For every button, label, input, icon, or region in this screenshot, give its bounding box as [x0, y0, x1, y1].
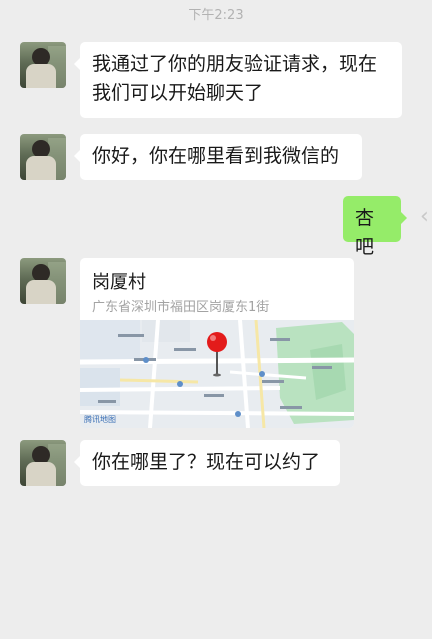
message-bubble[interactable]: 你在哪里了？现在可以约了	[74, 440, 340, 486]
contact-avatar[interactable]	[20, 134, 66, 180]
message-text: 你在哪里了？现在可以约了	[92, 451, 321, 473]
message-timestamp: 下午2:23	[188, 8, 244, 23]
outgoing-message-bubble[interactable]: 杏吧	[343, 196, 407, 258]
map-provider-logo: 腾讯地图	[84, 415, 116, 424]
message-bubble[interactable]: 你好，你在哪里看到我微信的	[74, 134, 362, 180]
contact-avatar[interactable]	[20, 440, 66, 486]
self-avatar-edge: ‹	[420, 204, 429, 229]
contact-avatar[interactable]	[20, 42, 66, 88]
location-title: 岗厦村	[92, 272, 146, 293]
location-address: 广东省深圳市福田区岗厦东1街	[92, 300, 270, 315]
location-message-card[interactable]: 岗厦村 广东省深圳市福田区岗厦东1街 腾讯地图	[80, 258, 354, 428]
message-text: 你好，你在哪里看到我微信的	[92, 145, 340, 167]
message-text-line: 我们可以开始聊天了	[92, 82, 264, 104]
map-thumbnail[interactable]: 腾讯地图	[80, 320, 354, 428]
message-text-line: 我通过了你的朋友验证请求，现在	[92, 53, 378, 75]
contact-avatar[interactable]	[20, 258, 66, 304]
message-bubble[interactable]: 我通过了你的朋友验证请求，现在 我们可以开始聊天了	[74, 42, 402, 118]
message-text: 杏吧	[355, 207, 375, 258]
